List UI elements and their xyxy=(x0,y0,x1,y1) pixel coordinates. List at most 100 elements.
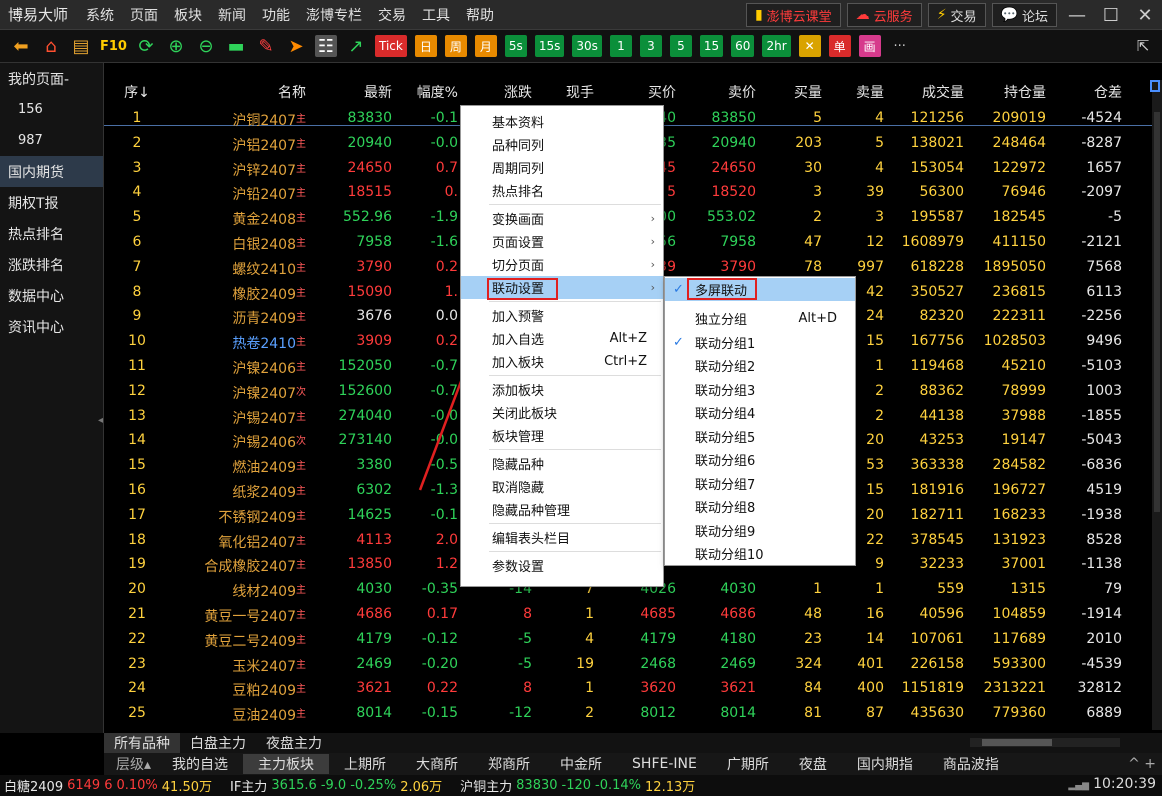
column-header-8[interactable]: 买量 xyxy=(756,82,822,102)
week-button[interactable]: 周 xyxy=(444,35,467,57)
submenu-item-6[interactable]: 联动分组5 xyxy=(665,425,855,448)
cloud-service-button[interactable]: ☁ 云服务 xyxy=(846,3,922,27)
menu-item-2[interactable]: 板块 xyxy=(166,5,210,25)
menu-item-4[interactable]: 功能 xyxy=(254,5,298,25)
context-menu-item-18[interactable]: 参数设置 xyxy=(461,554,663,577)
submenu-item-10[interactable]: 联动分组9 xyxy=(665,519,855,542)
tab-exchange-10[interactable]: 国内期指 xyxy=(842,754,928,774)
single-button[interactable]: 单 xyxy=(828,35,851,57)
tab-category-1[interactable]: 白盘主力 xyxy=(180,733,256,753)
2hr-button[interactable]: 2hr xyxy=(762,35,791,57)
menu-item-8[interactable]: 帮助 xyxy=(458,5,502,25)
bar-chart-icon[interactable]: ▬ xyxy=(225,35,247,57)
horizontal-scroll-thumb[interactable] xyxy=(982,739,1052,746)
menu-item-7[interactable]: 工具 xyxy=(414,5,458,25)
column-header-0[interactable]: 序↓ xyxy=(104,82,170,102)
column-header-7[interactable]: 卖价 xyxy=(676,82,756,102)
expand-icon[interactable]: ⇱ xyxy=(1132,35,1154,57)
sidebar-item-8[interactable]: 资讯中心 xyxy=(0,311,103,342)
context-menu-item-13[interactable]: 板块管理 xyxy=(461,424,663,447)
home-icon[interactable]: ⌂ xyxy=(40,35,62,57)
horizontal-scrollbar[interactable] xyxy=(970,738,1120,747)
close-button[interactable]: ✕ xyxy=(1128,0,1162,30)
trade-button[interactable]: ⚡ 交易 xyxy=(927,3,986,27)
table-row[interactable]: 25 豆油2409主 8014 -0.15 -12 2 8012 8014 81 87 435630… xyxy=(104,703,1154,726)
f10-button[interactable]: F10 xyxy=(100,35,127,57)
submenu-item-7[interactable]: 联动分组6 xyxy=(665,448,855,471)
submenu-item-4[interactable]: 联动分组3 xyxy=(665,378,855,401)
5min-button[interactable]: 5 xyxy=(669,35,692,57)
context-menu-item-6[interactable]: 切分页面 › xyxy=(461,253,663,276)
day-button[interactable]: 日 xyxy=(414,35,437,57)
column-header-12[interactable]: 仓差 xyxy=(1046,82,1122,102)
menu-item-0[interactable]: 系统 xyxy=(78,5,122,25)
context-menu-item-0[interactable]: 基本资料 xyxy=(461,110,663,133)
tab-exchange-11[interactable]: 商品波指 xyxy=(928,754,1014,774)
tab-exchange-3[interactable]: 上期所 xyxy=(329,754,401,774)
notebook-icon[interactable]: ▤ xyxy=(70,35,92,57)
context-menu-item-5[interactable]: 页面设置 › xyxy=(461,230,663,253)
context-menu-item-16[interactable]: 隐藏品种管理 xyxy=(461,498,663,521)
column-header-11[interactable]: 持仓量 xyxy=(964,82,1046,102)
submenu-item-2[interactable]: ✓ 联动分组1 xyxy=(665,331,855,354)
sidebar-item-3[interactable]: 国内期货 xyxy=(0,156,103,187)
menu-item-5[interactable]: 澎博专栏 xyxy=(298,5,370,25)
tab-scroll-controls[interactable]: ^ + xyxy=(1116,756,1162,772)
tab-exchange-5[interactable]: 郑商所 xyxy=(473,754,545,774)
tab-exchange-6[interactable]: 中金所 xyxy=(545,754,617,774)
column-header-2[interactable]: 最新 xyxy=(306,82,392,102)
submenu-item-8[interactable]: 联动分组7 xyxy=(665,472,855,495)
15min-button[interactable]: 15 xyxy=(699,35,724,57)
classroom-button[interactable]: ▮ 澎博云课堂 xyxy=(745,3,841,27)
month-button[interactable]: 月 xyxy=(474,35,497,57)
submenu-item-11[interactable]: 联动分组10 xyxy=(665,542,855,565)
refresh-icon[interactable]: ⟳ xyxy=(135,35,157,57)
submenu-item-5[interactable]: 联动分组4 xyxy=(665,401,855,424)
more-button[interactable]: ··· xyxy=(889,35,911,57)
context-menu-item-15[interactable]: 取消隐藏 xyxy=(461,475,663,498)
3min-button[interactable]: 3 xyxy=(639,35,662,57)
minimize-button[interactable]: — xyxy=(1060,0,1094,30)
submenu-item-1[interactable]: 独立分组 Alt+D xyxy=(665,307,855,330)
vertical-scroll-thumb[interactable] xyxy=(1154,112,1160,512)
30s-button[interactable]: 30s xyxy=(572,35,602,57)
column-header-4[interactable]: 涨跌 xyxy=(458,82,532,102)
tab-exchange-4[interactable]: 大商所 xyxy=(401,754,473,774)
context-menu-item-11[interactable]: 添加板块 xyxy=(461,378,663,401)
tab-category-2[interactable]: 夜盘主力 xyxy=(256,733,332,753)
table-row[interactable]: 21 黄豆一号2407主 4686 0.17 8 1 4685 4686 48 16 40596 10… xyxy=(104,604,1154,627)
table-row[interactable]: 23 玉米2407主 2469 -0.20 -5 19 2468 2469 324 401 2261… xyxy=(104,654,1154,677)
context-menu-item-2[interactable]: 周期同列 xyxy=(461,156,663,179)
context-menu-item-17[interactable]: 编辑表头栏目 xyxy=(461,526,663,549)
sidebar-item-4[interactable]: 期权T报 xyxy=(0,187,103,218)
context-menu-item-10[interactable]: 加入板块 Ctrl+Z xyxy=(461,350,663,373)
forum-button[interactable]: 💬 论坛 xyxy=(991,3,1057,27)
1min-button[interactable]: 1 xyxy=(609,35,632,57)
pen-icon[interactable]: ✎ xyxy=(255,35,277,57)
tab-category-0[interactable]: 所有品种 xyxy=(104,733,180,753)
sidebar-item-1[interactable]: 156 xyxy=(0,94,103,125)
cursor-icon[interactable]: ➤ xyxy=(285,35,307,57)
context-menu-item-9[interactable]: 加入自选 Alt+Z xyxy=(461,327,663,350)
table-view-icon[interactable]: ☷ xyxy=(314,35,337,57)
tab-exchange-8[interactable]: 广期所 xyxy=(712,754,784,774)
sidebar-item-0[interactable]: 我的页面- xyxy=(0,63,103,94)
column-header-9[interactable]: 卖量 xyxy=(822,82,884,102)
60min-button[interactable]: 60 xyxy=(731,35,755,57)
sidebar-item-6[interactable]: 涨跌排名 xyxy=(0,249,103,280)
tab-exchange-7[interactable]: SHFE-INE xyxy=(617,756,712,772)
context-menu-item-12[interactable]: 关闭此板块 xyxy=(461,401,663,424)
menu-item-1[interactable]: 页面 xyxy=(122,5,166,25)
maximize-button[interactable]: ☐ xyxy=(1094,0,1128,30)
settings-corner-icon[interactable] xyxy=(1150,80,1160,92)
menu-item-6[interactable]: 交易 xyxy=(370,5,414,25)
context-menu-item-3[interactable]: 热点排名 xyxy=(461,179,663,202)
vertical-scrollbar[interactable] xyxy=(1152,80,1162,730)
tick-button[interactable]: Tick xyxy=(374,35,407,57)
x-icon[interactable]: ✕ xyxy=(798,35,821,57)
zoom-out-icon[interactable]: ⊖ xyxy=(195,35,217,57)
column-header-1[interactable]: 名称 xyxy=(170,82,306,102)
context-menu-item-4[interactable]: 变换画面 › xyxy=(461,207,663,230)
tab-exchange-1[interactable]: 我的自选 xyxy=(157,754,243,774)
sidebar-item-7[interactable]: 数据中心 xyxy=(0,280,103,311)
